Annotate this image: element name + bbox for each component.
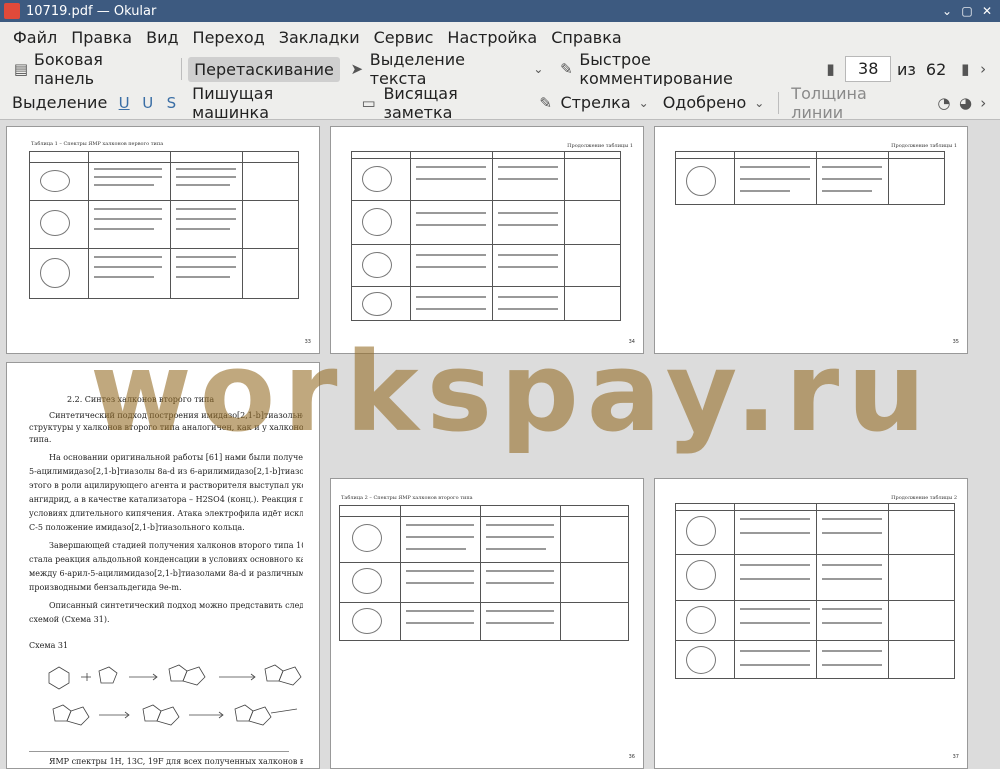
page-total: 62 xyxy=(925,59,947,79)
nmr-table xyxy=(339,505,629,641)
squiggle-underline-icon[interactable]: U xyxy=(139,94,157,112)
page-number: 36 xyxy=(628,754,635,760)
scheme-caption: Схема 31 xyxy=(29,641,69,650)
table-caption: Таблица 2 – Спектры ЯМР халконов второго… xyxy=(341,495,473,501)
page-number: 34 xyxy=(628,339,635,345)
paragraph-line: схемой (Схема 31). xyxy=(29,615,110,624)
paragraph-line: ангидрид, а в качестве катализатора – H2… xyxy=(29,495,303,504)
menu-file[interactable]: Файл xyxy=(6,28,64,47)
paragraph-line: На основании оригинальной работы [61] на… xyxy=(49,453,303,462)
opacity-icon[interactable]: ◕ xyxy=(957,94,975,112)
browse-tool-button[interactable]: Перетаскивание xyxy=(188,56,340,82)
cursor-icon: ➤ xyxy=(350,60,364,78)
menu-bookmarks[interactable]: Закладки xyxy=(272,28,367,47)
overflow-chevron-icon[interactable]: › xyxy=(974,60,992,78)
paragraph-line: производными бензальдегида 9e-m. xyxy=(29,583,182,592)
paragraph-line: стала реакция альдольной конденсации в у… xyxy=(29,555,303,564)
arrow-button[interactable]: Стрелка ⌄ xyxy=(554,90,654,115)
menu-edit[interactable]: Правка xyxy=(64,28,139,47)
paragraph-line: Синтетический подход построения имидазо[… xyxy=(49,411,303,420)
overflow-chevron-icon[interactable]: › xyxy=(974,94,992,112)
annotation-toolbar: Выделение U U S Пишущая машинка ▭ Висяща… xyxy=(0,84,1000,122)
chevron-down-icon[interactable]: ⌄ xyxy=(639,96,649,110)
text-page: 2.2. Синтез халконов второго типа Синтет… xyxy=(6,362,320,769)
nmr-table xyxy=(29,151,299,299)
pdf-page: Продолжение таблицы 1 34 xyxy=(330,126,644,354)
stamp-label: Одобрено xyxy=(662,93,747,112)
note-icon[interactable]: ▭ xyxy=(360,94,378,112)
strikeout-icon[interactable]: S xyxy=(163,94,181,112)
arrow-label: Стрелка xyxy=(560,93,631,112)
pen-icon: ✎ xyxy=(560,60,573,78)
window-titlebar[interactable]: 10719.pdf — Okular ⌄ ▢ ✕ xyxy=(0,0,1000,22)
page-of-label: из xyxy=(897,59,916,79)
pdf-app-icon xyxy=(4,3,20,19)
highlight-label: Выделение xyxy=(12,93,108,112)
menu-settings[interactable]: Настройка xyxy=(440,28,544,47)
close-button[interactable]: ✕ xyxy=(978,3,996,19)
palette-icon[interactable]: ◔ xyxy=(935,94,953,112)
popup-note-button[interactable]: Висящая заметка xyxy=(377,81,534,125)
page-number-input[interactable]: 38 xyxy=(845,56,892,82)
pdf-page: Продолжение таблицы 1 35 xyxy=(654,126,968,354)
line-width-label: Толщина линии xyxy=(791,83,867,122)
browse-tool-label: Перетаскивание xyxy=(194,59,334,79)
paragraph-line: типа. xyxy=(29,435,52,444)
table-caption: Продолжение таблицы 2 xyxy=(891,495,957,501)
stamp-button[interactable]: Одобрено ⌄ xyxy=(657,90,771,115)
document-viewport[interactable]: Таблица 1 – Спектры ЯМР халконов первого… xyxy=(0,120,1000,769)
menu-help[interactable]: Справка xyxy=(544,28,629,47)
nmr-table xyxy=(675,503,955,679)
nmr-table xyxy=(351,151,621,321)
paragraph-line: структуры у халконов второго типа аналог… xyxy=(29,423,303,432)
window-title: 10719.pdf — Okular xyxy=(26,3,157,19)
next-page-icon[interactable]: ▮ xyxy=(956,60,974,78)
paragraph-line: этого в роли ацилирующего агента и раств… xyxy=(29,481,303,490)
typewriter-button[interactable]: Пишущая машинка xyxy=(186,81,358,125)
toolbar-separator xyxy=(181,58,183,80)
table-caption: Продолжение таблицы 1 xyxy=(567,143,633,149)
nmr-table xyxy=(675,151,945,205)
highlight-button[interactable]: Выделение xyxy=(6,90,113,115)
pdf-page: Таблица 1 – Спектры ЯМР халконов первого… xyxy=(6,126,320,354)
page-number: 33 xyxy=(304,339,311,345)
table-caption: Продолжение таблицы 1 xyxy=(891,143,957,149)
popup-note-label: Висящая заметка xyxy=(383,83,458,122)
paragraph-line: условиях длительного кипячения. Атака эл… xyxy=(29,509,303,518)
maximize-button[interactable]: ▢ xyxy=(958,3,976,19)
minimize-button[interactable]: ⌄ xyxy=(938,3,956,19)
pdf-page: Продолжение таблицы 2 37 xyxy=(654,478,968,769)
pdf-page: Таблица 2 – Спектры ЯМР халконов второго… xyxy=(330,478,644,769)
line-width-button[interactable]: Толщина линии xyxy=(785,81,927,125)
table-caption: Таблица 1 – Спектры ЯМР халконов первого… xyxy=(31,141,164,147)
page-number: 37 xyxy=(952,754,959,760)
paragraph-line: между 6-арил-5-ацилимидазо[2,1-b]тиазола… xyxy=(29,569,303,578)
section-heading: 2.2. Синтез халконов второго типа xyxy=(67,395,215,404)
menu-go[interactable]: Переход xyxy=(186,28,272,47)
paragraph-line: Завершающей стадией получения халконов в… xyxy=(49,541,303,550)
quick-comment-label: Быстрое комментирование xyxy=(579,50,733,88)
toolbar-separator xyxy=(778,91,780,114)
chevron-down-icon[interactable]: ⌄ xyxy=(533,62,543,76)
sidebar-label: Боковая панель xyxy=(33,50,103,88)
underline-icon[interactable]: U xyxy=(115,94,133,112)
sidebar-icon: ▤ xyxy=(13,60,29,78)
paragraph-line: С-5 положение имидазо[2,1-b]тиазольного … xyxy=(29,523,245,532)
page-number: 35 xyxy=(952,339,959,345)
paragraph-line: 5-ацилимидазо[2,1-b]тиазолы 8a-d из 6-ар… xyxy=(29,467,303,476)
previous-page-icon[interactable]: ▮ xyxy=(822,60,840,78)
paragraph-line: Описанный синтетический подход можно пре… xyxy=(49,601,303,610)
reaction-scheme xyxy=(48,664,302,726)
sidebar-toggle-button[interactable]: ▤ Боковая панель xyxy=(6,47,173,91)
arrow-pen-icon[interactable]: ✎ xyxy=(537,94,555,112)
quick-comment-button[interactable]: ✎ Быстрое комментирование xyxy=(551,47,813,91)
chevron-down-icon[interactable]: ⌄ xyxy=(754,96,764,110)
paragraph-line: ЯМР спектры 1H, 13C, 19F для всех получе… xyxy=(49,757,303,766)
menu-tools[interactable]: Сервис xyxy=(367,28,441,47)
menu-view[interactable]: Вид xyxy=(139,28,185,47)
typewriter-label: Пишущая машинка xyxy=(192,83,274,122)
